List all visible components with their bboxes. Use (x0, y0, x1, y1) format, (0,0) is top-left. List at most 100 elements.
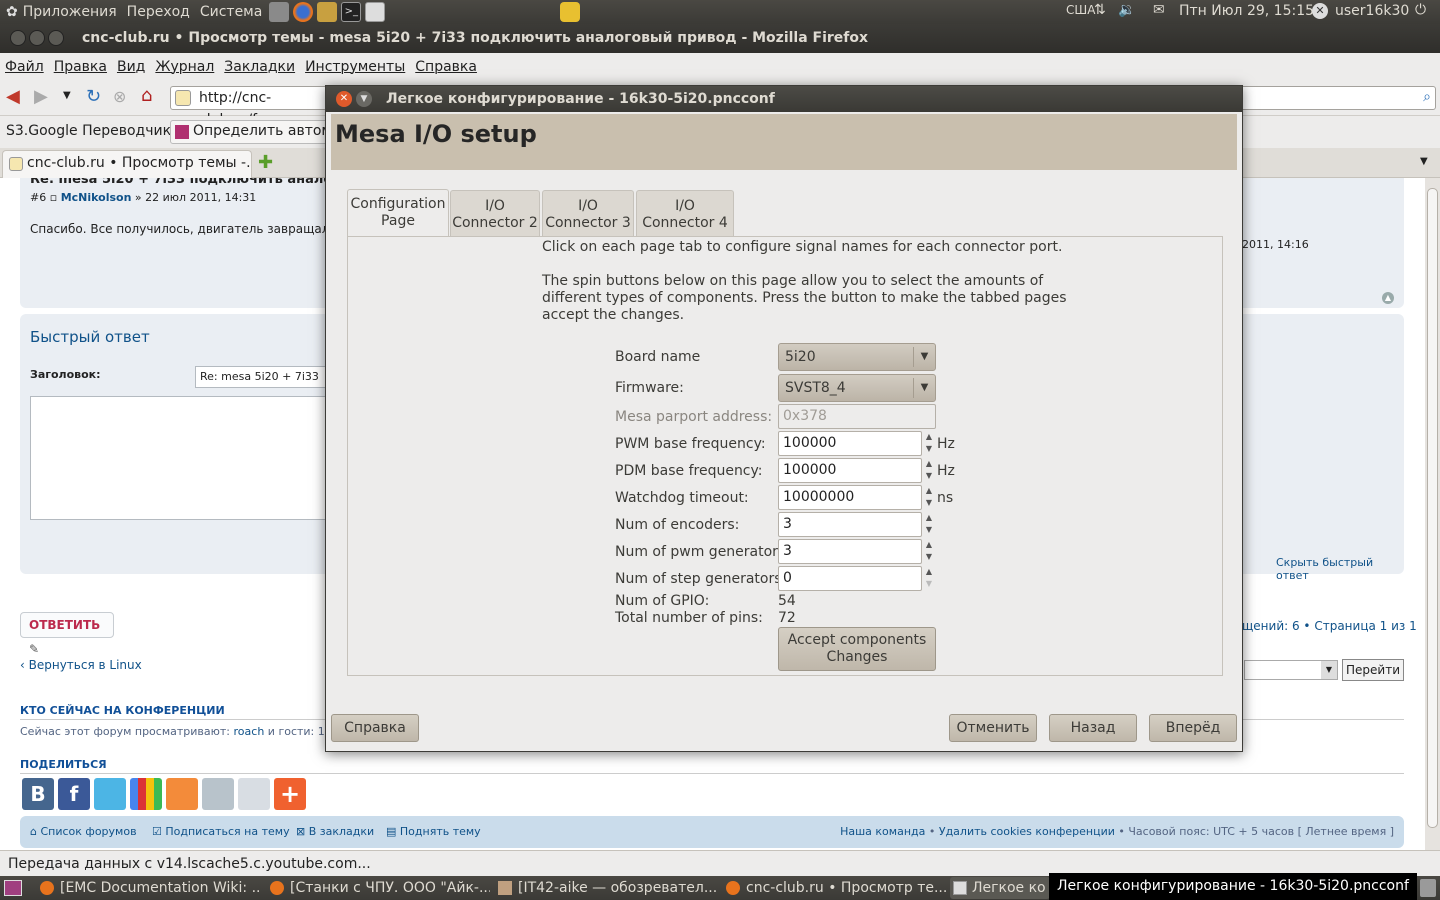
go-button[interactable]: Перейти (1342, 659, 1404, 681)
menu-applications[interactable]: Приложения (18, 4, 122, 20)
mail-icon[interactable]: ✉ (1153, 2, 1165, 18)
scroll-top-icon[interactable]: ▲ (1382, 292, 1394, 304)
accept-components-button[interactable]: Accept components Changes (778, 627, 936, 671)
online-user-link[interactable]: roach (234, 725, 265, 738)
encoders-spin[interactable]: ▲ ▼ (922, 512, 936, 537)
tab-io-connector-3[interactable]: I/O Connector 3 (542, 190, 634, 237)
bookmark-detect[interactable]: Определить автом (170, 120, 330, 144)
trash-icon[interactable] (1420, 879, 1436, 897)
footer-bookmark[interactable]: ⊠ В закладки (296, 816, 374, 848)
menu-help[interactable]: Справка (410, 59, 482, 75)
firmware-combo[interactable]: SVST8_4 ▼ (778, 374, 936, 402)
clock[interactable]: Птн Июл 29, 15:15 (1179, 3, 1314, 19)
minimize-window-button[interactable] (29, 30, 45, 46)
menu-places[interactable]: Переход (122, 4, 195, 20)
terminal-icon[interactable]: >_ (341, 2, 362, 22)
back-button[interactable]: Назад (1049, 714, 1137, 742)
taskbar-item-it42[interactable]: [IT42-aike — обозревател... (496, 877, 718, 899)
home-icon[interactable]: ⌂ (141, 85, 152, 106)
post-number[interactable]: #6 (30, 191, 46, 204)
menu-tools[interactable]: Инструменты (300, 59, 410, 75)
step-generators-field[interactable]: 0 (778, 566, 922, 591)
power-icon[interactable]: ⏻ (1415, 2, 1426, 18)
footer-delete-cookies[interactable]: Удалить cookies конференции (939, 825, 1115, 838)
subject-input[interactable]: Re: mesa 5i20 + 7i33 (195, 366, 335, 388)
bookmark-google-translate[interactable]: S3.Google Переводчик (6, 123, 171, 139)
menu-bookmarks[interactable]: Закладки (219, 59, 300, 75)
encoders-field[interactable]: 3 (778, 512, 922, 537)
keyboard-layout[interactable]: США (1066, 3, 1095, 17)
jump-dropdown-icon[interactable]: ▼ (1321, 661, 1337, 679)
status-icon[interactable]: ✕ (1312, 3, 1328, 19)
pdm-frequency-spin[interactable]: ▲ ▼ (922, 458, 936, 483)
post-title[interactable]: Re: mesa 5i20 + 7i33 подключить аналог (30, 178, 339, 187)
post-link-icon[interactable]: ▫ (50, 191, 57, 204)
livejournal-icon[interactable] (238, 778, 270, 810)
tab-list-icon[interactable]: ▼ (1420, 156, 1428, 167)
vk-icon[interactable]: В (22, 778, 54, 810)
dialog-close-icon[interactable]: ✕ (336, 91, 352, 107)
twitter-icon[interactable] (94, 778, 126, 810)
tab-configuration-page[interactable]: Configuration Page (347, 189, 449, 239)
message-textarea[interactable] (30, 396, 330, 520)
page-scrollbar[interactable] (1425, 178, 1440, 850)
reload-icon[interactable]: ↻ (86, 86, 101, 107)
footer-team-link[interactable]: Наша команда (840, 825, 925, 838)
menu-history[interactable]: Журнал (150, 59, 219, 75)
watchdog-spin[interactable]: ▲ ▼ (922, 485, 936, 510)
taskbar-item-cnc-club[interactable]: cnc-club.ru • Просмотр те... (724, 877, 946, 899)
pwm-generators-field[interactable]: 3 (778, 539, 922, 564)
footer-bump[interactable]: ▤ Поднять тему (386, 816, 481, 848)
reply-button[interactable]: ОТВЕТИТЬ ✎ (20, 612, 114, 656)
user-name[interactable]: user16k30 (1335, 3, 1409, 19)
board-dropdown-icon[interactable]: ▼ (913, 347, 935, 367)
menu-file[interactable]: Файл (0, 59, 49, 75)
more-share-icon[interactable]: + (274, 778, 306, 810)
pwm-generators-spin[interactable]: ▲ ▼ (922, 539, 936, 564)
delicious-icon[interactable] (202, 778, 234, 810)
scroll-thumb[interactable] (1427, 188, 1438, 828)
back-arrow-icon[interactable]: ◀ (6, 86, 20, 107)
help-button[interactable]: Справка (331, 714, 419, 742)
search-icon[interactable]: ⌕ (1423, 89, 1431, 105)
forward-arrow-icon[interactable]: ▶ (34, 86, 48, 107)
cancel-button[interactable]: Отменить (949, 714, 1037, 742)
close-window-button[interactable] (10, 30, 26, 46)
firmware-dropdown-icon[interactable]: ▼ (913, 378, 935, 398)
footer-subscribe[interactable]: ☑ Подписаться на тему (152, 816, 290, 848)
history-dropdown-icon[interactable]: ▼ (63, 90, 71, 101)
watchdog-field[interactable]: 10000000 (778, 485, 922, 510)
firefox-icon[interactable] (293, 2, 314, 22)
google-icon[interactable] (130, 778, 162, 810)
board-name-combo[interactable]: 5i20 ▼ (778, 343, 936, 371)
new-tab-icon[interactable]: ✚ (258, 152, 273, 173)
maximize-window-button[interactable] (48, 30, 64, 46)
taskbar-item-emc-wiki[interactable]: [EMC Documentation Wiki: ... (38, 877, 260, 899)
jump-select[interactable]: ▼ (1244, 660, 1338, 680)
site-identity-icon[interactable] (175, 90, 191, 106)
url-bar[interactable]: http://cnc-club.ru/fo (170, 86, 330, 128)
forward-button[interactable]: Вперёд (1149, 714, 1237, 742)
calculator-icon[interactable] (269, 2, 290, 22)
tools-icon[interactable] (317, 2, 338, 22)
ubuntu-logo-icon[interactable]: ✿ (6, 4, 18, 20)
post-author[interactable]: McNikolson (61, 191, 132, 204)
tab-io-connector-2[interactable]: I/O Connector 2 (450, 190, 540, 237)
menu-view[interactable]: Вид (112, 59, 150, 75)
search-bar[interactable]: ⌕ (1240, 86, 1436, 110)
show-desktop-icon[interactable] (4, 880, 22, 896)
tab-cnc-club[interactable]: cnc-club.ru • Просмотр темы -... (2, 150, 252, 178)
back-link[interactable]: ‹ Вернуться в Linux (20, 658, 142, 672)
pwm-frequency-field[interactable]: 100000 (778, 431, 922, 456)
menu-system[interactable]: Система (195, 4, 267, 20)
hide-quick-reply-link[interactable]: Скрыть быстрый ответ (1276, 556, 1404, 582)
pwm-frequency-spin[interactable]: ▲ ▼ (922, 431, 936, 456)
remote-terminal-icon[interactable] (365, 2, 386, 22)
stop-icon[interactable]: ⊗ (113, 87, 126, 106)
network-icon[interactable]: ⇅ (1094, 2, 1106, 18)
footer-forum-list[interactable]: ⌂ Список форумов (30, 816, 137, 848)
taskbar-item-stanki[interactable]: [Станки с ЧПУ. ООО "Айк-... (268, 877, 490, 899)
blogger-icon[interactable] (166, 778, 198, 810)
dialog-menu-icon[interactable]: ▼ (356, 91, 372, 107)
step-generators-spin[interactable]: ▲ ▼ (922, 566, 936, 591)
